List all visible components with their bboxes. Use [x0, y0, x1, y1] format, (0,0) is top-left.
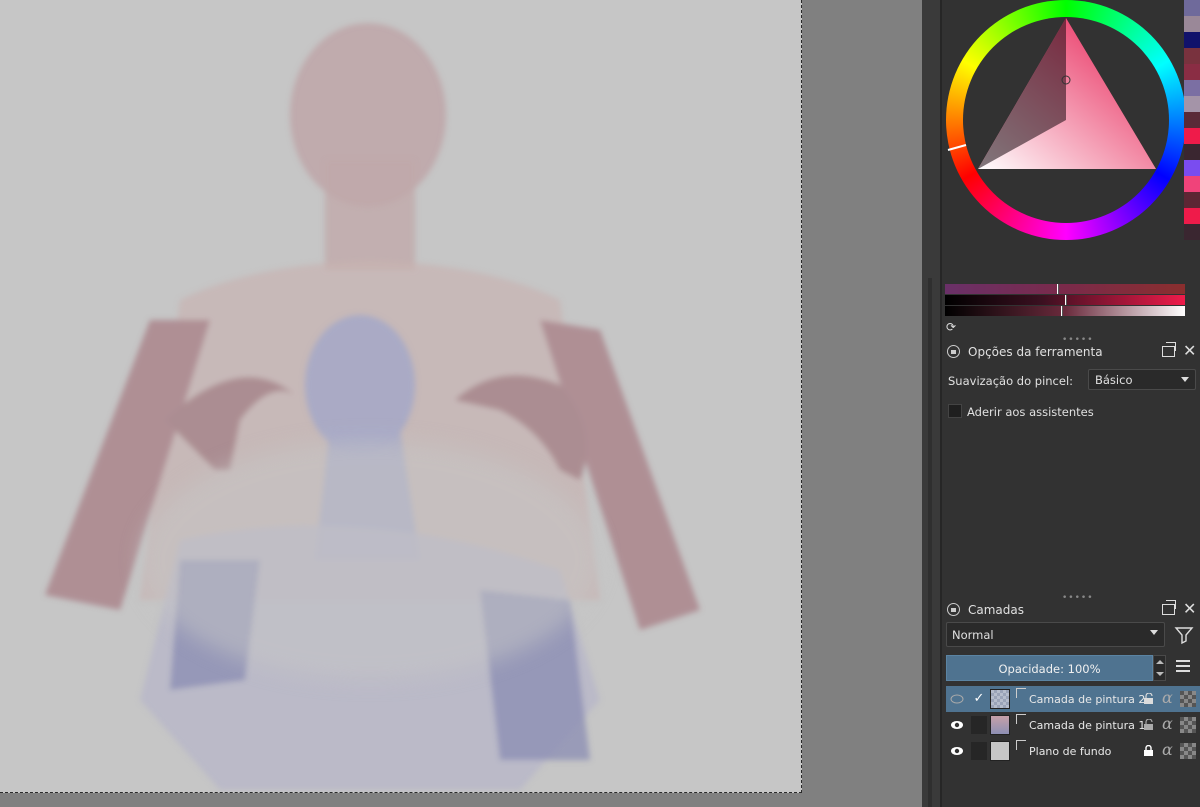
smoothing-value: Básico — [1095, 373, 1133, 387]
smoothing-label: Suavização do pincel: — [948, 374, 1074, 388]
canvas-painting — [45, 23, 700, 790]
lock-icon[interactable] — [947, 345, 960, 358]
inherit-alpha-icon[interactable] — [1180, 743, 1196, 759]
advanced-color-selector: ⟳ ••••• — [942, 0, 1200, 345]
alpha-lock-icon[interactable]: α — [1162, 714, 1173, 733]
color-swatch[interactable] — [1184, 144, 1200, 160]
color-swatch[interactable] — [1184, 96, 1200, 112]
layer-checkbox[interactable] — [971, 716, 987, 734]
checkmark-icon[interactable]: ✓ — [971, 690, 987, 708]
dock-splitter[interactable] — [922, 0, 940, 807]
lock-icon[interactable] — [1143, 745, 1154, 757]
color-swatch[interactable] — [1184, 176, 1200, 192]
float-panel-icon[interactable] — [1162, 342, 1176, 357]
alpha-lock-icon[interactable]: α — [1162, 688, 1173, 707]
paint-layer-icon — [1016, 740, 1026, 750]
tool-options-header: Opções da ferramenta ✕ — [942, 340, 1200, 364]
layer-row[interactable]: Camada de pintura 1 α — [946, 712, 1200, 738]
blend-mode-dropdown[interactable]: Normal — [946, 622, 1165, 647]
layer-row[interactable]: Plano de fundo α — [946, 738, 1200, 764]
color-swatch[interactable] — [1184, 128, 1200, 144]
layers-header: Camadas ✕ — [942, 598, 1200, 622]
layer-row[interactable]: ✓ Camada de pintura 2 α — [946, 686, 1200, 712]
snap-assistants-label: Aderir aos assistentes — [967, 405, 1094, 419]
close-icon[interactable]: ✕ — [1183, 600, 1196, 618]
opacity-slider[interactable]: Opacidade: 100% — [946, 655, 1153, 681]
opacity-label: Opacidade: 100% — [998, 662, 1101, 676]
eye-icon[interactable] — [950, 744, 964, 758]
opacity-spinbox[interactable] — [1153, 655, 1166, 681]
menu-icon[interactable] — [1176, 660, 1190, 674]
hidden-eye-icon[interactable] — [950, 692, 964, 706]
layer-name[interactable]: Camada de pintura 2 — [1029, 693, 1145, 706]
unlocked-icon[interactable] — [1143, 719, 1154, 731]
layers-panel: Camadas ✕ Normal Opacidade: 100% ✓ Camad… — [942, 598, 1200, 807]
inherit-alpha-icon[interactable] — [1180, 717, 1196, 733]
color-history-swatches[interactable] — [1184, 0, 1200, 240]
tool-options-panel: Opções da ferramenta ✕ Suavização do pin… — [942, 340, 1200, 603]
color-sliders[interactable] — [945, 284, 1185, 317]
float-panel-icon[interactable] — [1162, 600, 1176, 615]
layer-checkbox[interactable] — [971, 742, 987, 760]
color-swatch[interactable] — [1184, 160, 1200, 176]
refresh-icon[interactable]: ⟳ — [946, 320, 960, 334]
eye-icon[interactable] — [950, 718, 964, 732]
color-swatch[interactable] — [1184, 16, 1200, 32]
color-swatch[interactable] — [1184, 112, 1200, 128]
color-swatch[interactable] — [1184, 208, 1200, 224]
alpha-lock-icon[interactable]: α — [1162, 740, 1173, 759]
color-swatch[interactable] — [1184, 0, 1200, 16]
layers-title: Camadas — [968, 603, 1024, 617]
chevron-down-icon — [1150, 630, 1158, 635]
color-swatch[interactable] — [1184, 32, 1200, 48]
inherit-alpha-icon[interactable] — [1180, 691, 1196, 707]
color-wheel[interactable] — [946, 0, 1186, 240]
lock-icon[interactable] — [947, 603, 960, 616]
paint-layer-icon — [1016, 714, 1026, 724]
unlocked-icon[interactable] — [1143, 693, 1154, 705]
color-swatch[interactable] — [1184, 48, 1200, 64]
color-swatch[interactable] — [1184, 80, 1200, 96]
layer-thumbnail — [990, 689, 1010, 709]
smoothing-dropdown[interactable]: Básico — [1088, 369, 1196, 390]
color-swatch[interactable] — [1184, 192, 1200, 208]
close-icon[interactable]: ✕ — [1183, 342, 1196, 360]
filter-icon[interactable] — [1174, 625, 1194, 645]
blend-mode-value: Normal — [952, 628, 994, 642]
tool-options-title: Opções da ferramenta — [968, 345, 1103, 359]
layer-name[interactable]: Camada de pintura 1 — [1029, 719, 1145, 732]
paint-layer-icon — [1016, 688, 1026, 698]
chevron-down-icon[interactable] — [1156, 672, 1164, 676]
dock-panels: ⟳ ••••• Opções da ferramenta ✕ Suavizaçã… — [942, 0, 1200, 807]
layer-thumbnail — [990, 741, 1010, 761]
right-dock: ⟳ ••••• Opções da ferramenta ✕ Suavizaçã… — [922, 0, 1200, 807]
chevron-down-icon — [1181, 377, 1189, 382]
layer-thumbnail — [990, 715, 1010, 735]
drawing-canvas[interactable] — [0, 0, 802, 793]
color-swatch[interactable] — [1184, 64, 1200, 80]
layer-name[interactable]: Plano de fundo — [1029, 745, 1111, 758]
snap-assistants-checkbox[interactable] — [948, 404, 962, 418]
canvas-workspace[interactable] — [0, 0, 922, 807]
color-swatch[interactable] — [1184, 224, 1200, 240]
chevron-up-icon[interactable] — [1156, 660, 1164, 664]
